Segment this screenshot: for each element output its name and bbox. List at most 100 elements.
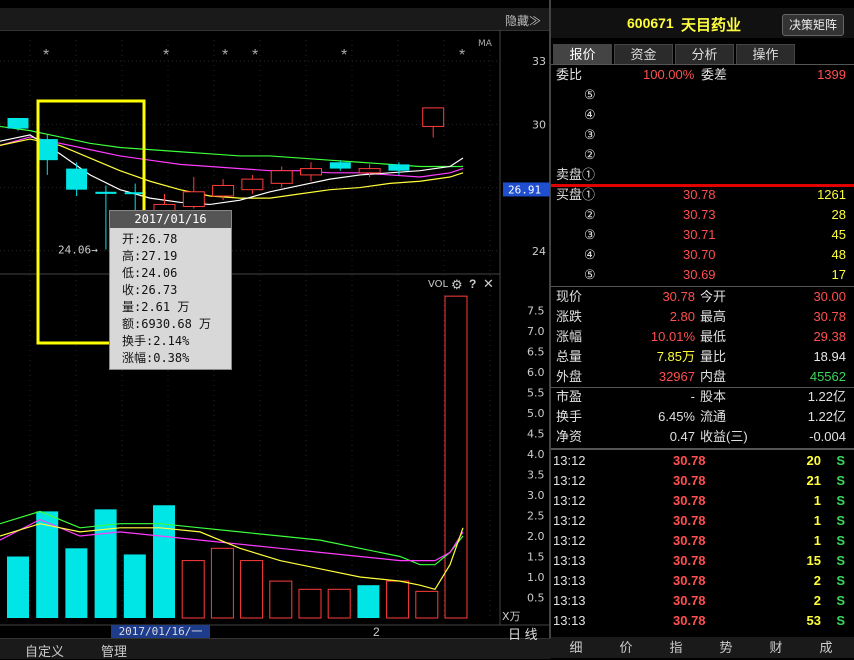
buy-level-row: ④ 30.70 48 bbox=[551, 245, 851, 265]
stock-chart[interactable]: 33302724******MA24.06→26.91VOL⚙?✕7.57.06… bbox=[0, 0, 551, 658]
volume-bar[interactable] bbox=[7, 556, 29, 619]
event-marker-icon[interactable]: * bbox=[252, 47, 258, 64]
tab-2[interactable]: 分析 bbox=[675, 44, 734, 65]
tick-row: 13:13 30.78 15 S bbox=[551, 551, 851, 571]
stat-value: 30.78 bbox=[813, 309, 846, 324]
period-label[interactable]: 日 线 bbox=[508, 624, 538, 643]
fundamental-value: -0.004 bbox=[809, 429, 846, 444]
bottom-tab-0[interactable]: 细 bbox=[551, 638, 601, 658]
decision-matrix-button[interactable]: 决策矩阵 bbox=[782, 14, 844, 36]
candle-body[interactable] bbox=[270, 170, 293, 184]
volume-bar[interactable] bbox=[386, 580, 410, 619]
tooltip-value: 2.61 万 bbox=[141, 300, 190, 314]
candle-body[interactable] bbox=[241, 178, 264, 191]
stat-label: 涨幅 bbox=[556, 329, 583, 344]
tooltip-label: 量: bbox=[122, 300, 142, 314]
fundamental-row: 净资 0.47 收益(三) -0.004 bbox=[551, 427, 851, 447]
buy-level-label: 买盘① bbox=[556, 187, 596, 202]
volume-tick-label: 1.5 bbox=[527, 551, 545, 564]
tick-row: 13:12 30.78 20 S bbox=[551, 451, 851, 471]
candle-body[interactable] bbox=[182, 191, 205, 208]
tab-3[interactable]: 操作 bbox=[736, 44, 795, 65]
candle-body[interactable] bbox=[36, 139, 58, 161]
stat-label: 最低 bbox=[700, 329, 727, 344]
candle-body[interactable] bbox=[7, 118, 29, 129]
tick-price: 30.78 bbox=[673, 613, 706, 628]
tab-0[interactable]: 报价 bbox=[553, 44, 612, 65]
tick-side: S bbox=[836, 513, 845, 528]
weibi-label: 委比 bbox=[556, 67, 583, 82]
volume-bar[interactable] bbox=[65, 548, 88, 618]
bottom-tab-2[interactable]: 指 bbox=[651, 638, 701, 658]
volume-unit-label: X万 bbox=[502, 610, 521, 623]
candle-body[interactable] bbox=[329, 162, 351, 169]
volume-tick-label: 7.5 bbox=[527, 305, 545, 318]
tick-side: S bbox=[836, 593, 845, 608]
event-marker-icon[interactable]: * bbox=[163, 47, 169, 64]
tooltip-row: 高:27.19 bbox=[122, 248, 177, 265]
volume-tick-label: 4.0 bbox=[527, 448, 545, 461]
tooltip-date: 2017/01/16 bbox=[110, 211, 231, 228]
volume-bar[interactable] bbox=[181, 560, 205, 619]
gear-icon[interactable]: ⚙ bbox=[451, 277, 463, 292]
candle-body[interactable] bbox=[66, 168, 88, 190]
volume-bar[interactable] bbox=[415, 590, 439, 619]
tick-price: 30.78 bbox=[673, 573, 706, 588]
buy-level-price: 30.71 bbox=[683, 227, 716, 242]
tick-side: S bbox=[836, 573, 845, 588]
bottom-tab-4[interactable]: 财 bbox=[751, 638, 801, 658]
volume-bar[interactable] bbox=[298, 588, 322, 619]
help-icon[interactable]: ? bbox=[469, 277, 476, 291]
candle-body[interactable] bbox=[212, 184, 235, 197]
tick-row: 13:13 30.78 2 S bbox=[551, 591, 851, 611]
stat-value: 2.80 bbox=[669, 309, 695, 324]
tooltip-label: 收: bbox=[122, 283, 142, 297]
volume-bar[interactable] bbox=[123, 554, 146, 618]
close-icon[interactable]: ✕ bbox=[483, 276, 494, 291]
candle-body[interactable] bbox=[95, 191, 117, 194]
tab-1[interactable]: 资金 bbox=[614, 44, 673, 65]
tick-volume: 2 bbox=[813, 573, 821, 588]
tick-side: S bbox=[836, 453, 845, 468]
volume-bar[interactable] bbox=[357, 585, 380, 618]
tick-price: 30.78 bbox=[673, 533, 706, 548]
tick-row: 13:12 30.78 21 S bbox=[551, 471, 851, 491]
volume-label: VOL bbox=[428, 279, 449, 290]
event-marker-icon[interactable]: * bbox=[222, 47, 228, 64]
tick-volume: 15 bbox=[806, 553, 821, 568]
custom-button[interactable]: 自定义 bbox=[25, 641, 64, 660]
volume-bar[interactable] bbox=[240, 560, 264, 619]
volume-bar[interactable] bbox=[327, 588, 351, 619]
fundamental-value: 1.22亿 bbox=[807, 409, 846, 424]
candle-body[interactable] bbox=[422, 107, 445, 127]
event-marker-icon[interactable]: * bbox=[341, 47, 347, 64]
volume-bar[interactable] bbox=[36, 511, 59, 618]
event-marker-icon[interactable]: * bbox=[43, 47, 49, 64]
volume-bar[interactable] bbox=[444, 295, 468, 619]
candle-body[interactable] bbox=[300, 168, 322, 176]
manage-button[interactable]: 管理 bbox=[101, 641, 127, 660]
volume-tick-label: 7.0 bbox=[527, 325, 545, 338]
event-marker-icon[interactable]: * bbox=[459, 47, 465, 64]
stat-label: 总量 bbox=[556, 349, 583, 364]
tooltip-value: 2.14% bbox=[153, 334, 190, 348]
tick-price: 30.78 bbox=[673, 493, 706, 508]
low-price-annotation: 24.06→ bbox=[58, 244, 98, 257]
fundamental-label: 换手 bbox=[556, 409, 583, 424]
volume-bar[interactable] bbox=[210, 547, 234, 619]
candle-body[interactable] bbox=[358, 168, 381, 174]
weicha-label: 委差 bbox=[701, 67, 728, 82]
candle-body[interactable] bbox=[388, 164, 410, 171]
bottom-tab-3[interactable]: 势 bbox=[701, 638, 751, 658]
stat-row: 现价 30.78 今开 30.00 bbox=[551, 287, 851, 307]
tooltip-row: 额:6930.68 万 bbox=[122, 316, 211, 333]
sell-level-label: ④ bbox=[584, 107, 596, 122]
bottom-tab-1[interactable]: 价 bbox=[601, 638, 651, 658]
sell-level-label: ⑤ bbox=[584, 87, 596, 102]
volume-bar[interactable] bbox=[153, 505, 175, 618]
bottom-tab-5[interactable]: 成 bbox=[801, 638, 851, 658]
volume-bar[interactable] bbox=[269, 580, 293, 619]
tick-row: 13:12 30.78 1 S bbox=[551, 491, 851, 511]
tooltip-label: 开: bbox=[122, 232, 142, 246]
stat-label: 今开 bbox=[700, 289, 727, 304]
